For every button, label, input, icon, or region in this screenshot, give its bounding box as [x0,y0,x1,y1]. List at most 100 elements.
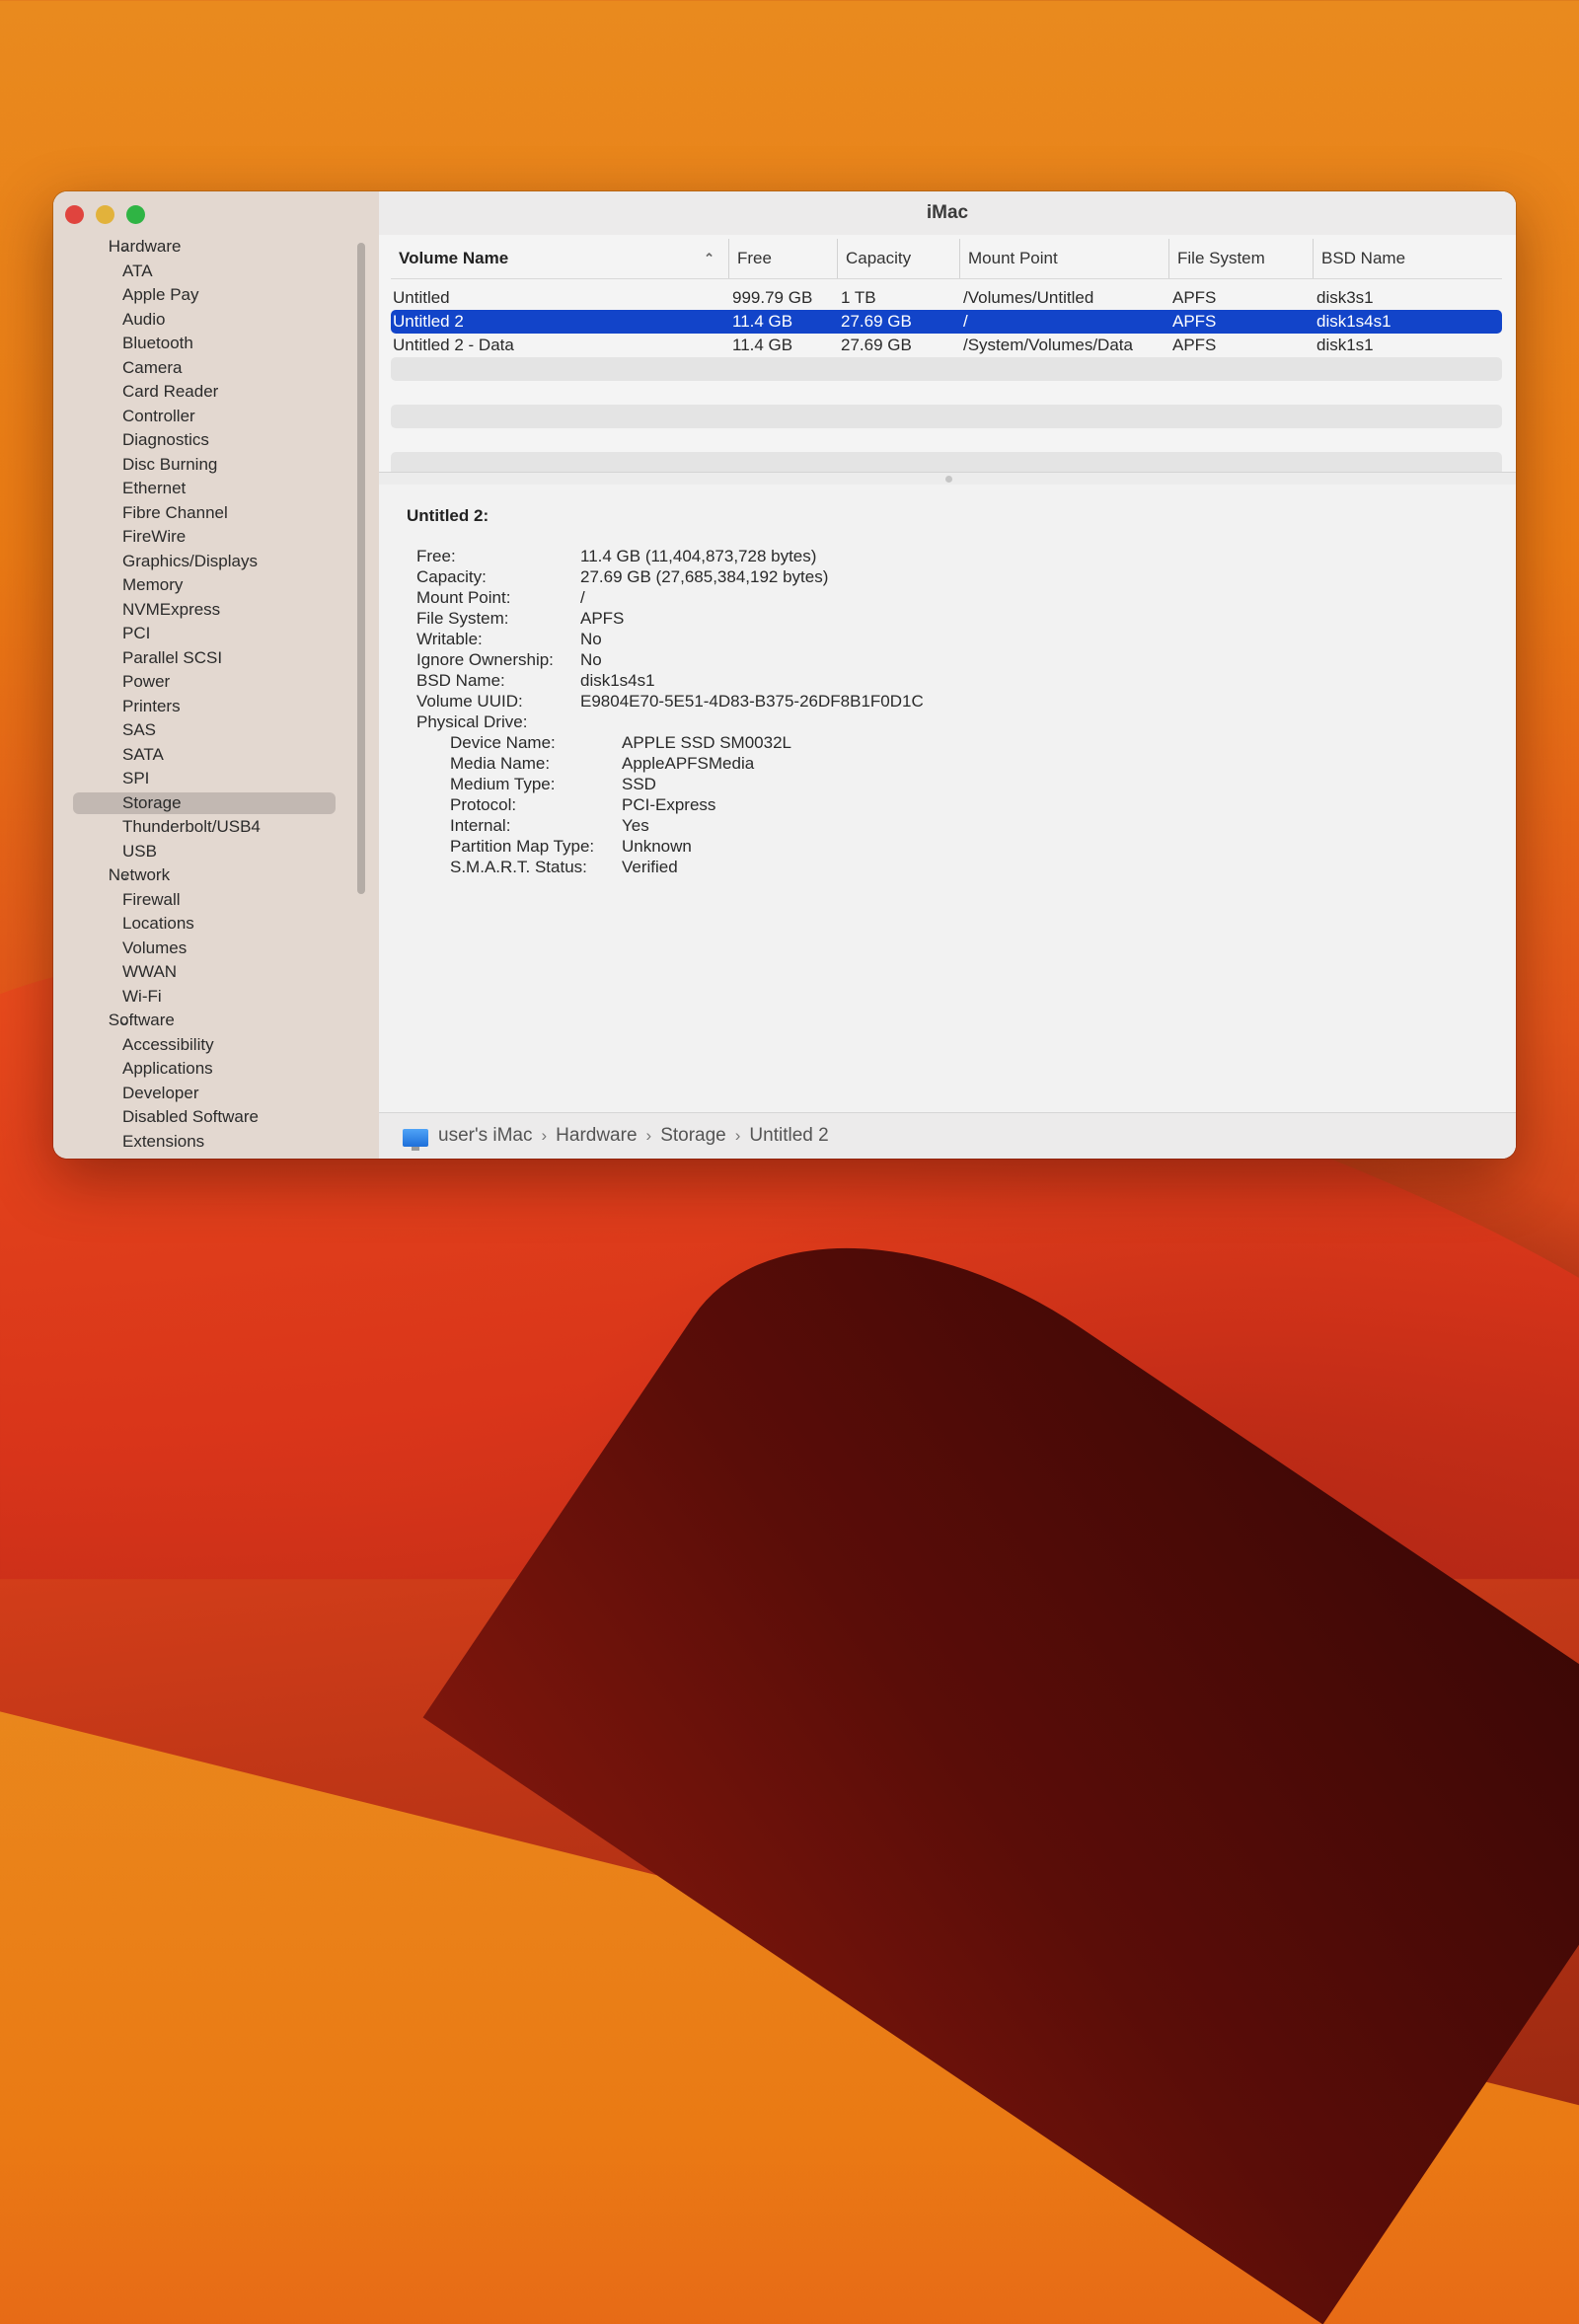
sidebar-item-thunderbolt-usb4[interactable]: Thunderbolt/USB4 [53,815,349,840]
sidebar-item-sas[interactable]: SAS [53,718,349,743]
sidebar-item-developer[interactable]: Developer [53,1082,349,1106]
sidebar-group-software[interactable]: ⌄Software [53,1009,349,1033]
sidebar-item-memory[interactable]: Memory [53,573,349,598]
column-header-volume-name[interactable]: Volume Name ⌃ [391,239,728,278]
cell-volume-name: Untitled 2 [393,312,464,331]
sidebar-item-audio[interactable]: Audio [53,308,349,333]
sidebar-item-camera[interactable]: Camera [53,356,349,381]
sidebar-item-controller[interactable]: Controller [53,405,349,429]
sidebar-item-label: Diagnostics [122,430,209,449]
sidebar-group-hardware[interactable]: ⌄Hardware [53,235,349,260]
sidebar-item-printers[interactable]: Printers [53,695,349,719]
sidebar-item-power[interactable]: Power [53,670,349,695]
detail-key: S.M.A.R.T. Status: [450,858,587,876]
sidebar-item-disabled-software[interactable]: Disabled Software [53,1105,349,1130]
chevron-right-icon: › [541,1126,548,1145]
sidebar-item-diagnostics[interactable]: Diagnostics [53,428,349,453]
sidebar-item-sata[interactable]: SATA [53,743,349,768]
sidebar-item-label: Card Reader [122,382,219,401]
sidebar-item-volumes[interactable]: Volumes [53,937,349,961]
sidebar-item-label: Apple Pay [122,285,199,304]
detail-key: Volume UUID: [416,692,523,711]
sidebar-item-disc-burning[interactable]: Disc Burning [53,453,349,478]
sidebar-item-pci[interactable]: PCI [53,622,349,646]
sidebar-item-locations[interactable]: Locations [53,912,349,937]
window-controls [65,205,145,224]
detail-value: No [580,630,602,648]
breadcrumb-untitled-2[interactable]: Untitled 2 [749,1125,828,1147]
category-tree: ⌄Hardware ATA Apple Pay Audio Bluetooth Camer… [53,235,349,1154]
sidebar-item-label: Graphics/Displays [122,551,258,570]
empty-row [391,357,1502,381]
sidebar-item-usb[interactable]: USB [53,840,349,864]
sidebar-item-label: Power [122,672,171,691]
sidebar-item-card-reader[interactable]: Card Reader [53,380,349,405]
cell-free: 11.4 GB [732,312,793,331]
sidebar-item-spi[interactable]: SPI [53,767,349,791]
sidebar-item-firewall[interactable]: Firewall [53,888,349,913]
table-header: Volume Name ⌃ Free Capacity Mount Point File … [391,239,1502,279]
details-title: Untitled 2: [407,506,489,525]
sidebar-item-apple-pay[interactable]: Apple Pay [53,283,349,308]
column-header-bsd-name[interactable]: BSD Name [1313,239,1461,278]
detail-value: PCI-Express [622,795,716,814]
empty-row [391,405,1502,428]
cell-file-system: APFS [1172,312,1217,331]
column-header-capacity[interactable]: Capacity [837,239,959,278]
column-header-label: File System [1177,249,1265,267]
sidebar-item-parallel-scsi[interactable]: Parallel SCSI [53,646,349,671]
sidebar-item-label: Locations [122,914,194,933]
sidebar-item-label: ATA [122,261,153,280]
detail-value: SSD [622,775,656,793]
divider-handle[interactable] [945,476,952,483]
breadcrumb-user-s-imac[interactable]: user's iMac [438,1125,532,1147]
detail-value: No [580,650,602,669]
sidebar-item-ata[interactable]: ATA [53,260,349,284]
detail-key: Free: [416,547,456,565]
table-row[interactable]: Untitled 999.79 GB 1 TB/Volumes/Untitled AP… [391,286,1502,310]
table-row[interactable]: Untitled 2 - Data 11.4 GB 27.69 GB/System/… [391,334,1502,357]
sidebar-item-label: Extensions [122,1131,205,1151]
table-row[interactable]: Untitled 2 11.4 GB 27.69 GB / APFS disk1s4s1 [391,310,1502,334]
sidebar-item-wwan[interactable]: WWAN [53,960,349,985]
sidebar-item-nvmexpress[interactable]: NVMExpress [53,598,349,623]
sidebar-item-storage[interactable]: Storage [53,791,349,816]
detail-key: File System: [416,609,509,628]
sidebar-item-ethernet[interactable]: Ethernet [53,477,349,501]
sidebar-item-bluetooth[interactable]: Bluetooth [53,332,349,356]
close-button[interactable] [65,205,84,224]
sidebar-item-label: NVMExpress [122,599,221,619]
split-divider[interactable] [379,472,1516,486]
minimize-button[interactable] [96,205,114,224]
sidebar-item-extensions[interactable]: Extensions [53,1130,349,1155]
sidebar-item-label: SAS [122,720,157,739]
sidebar-item-label: PCI [122,624,151,642]
breadcrumb-storage[interactable]: Storage [660,1125,726,1147]
sidebar-item-label: Wi-Fi [122,986,162,1006]
sidebar-group-network[interactable]: ⌄Network [53,863,349,888]
detail-key: Mount Point: [416,588,511,607]
detail-value: E9804E70-5E51-4D83-B375-26DF8B1F0D1C [580,692,924,711]
sidebar-item-accessibility[interactable]: Accessibility [53,1033,349,1058]
sort-ascending-icon[interactable]: ⌃ [704,239,714,278]
zoom-button[interactable] [126,205,145,224]
sidebar-item-fibre-channel[interactable]: Fibre Channel [53,501,349,526]
sidebar-item-label: SATA [122,744,164,764]
imac-icon [403,1129,428,1151]
sidebar-item-graphics-displays[interactable]: Graphics/Displays [53,550,349,574]
sidebar-scrollbar[interactable] [357,243,365,894]
sidebar-item-label: Audio [122,309,166,329]
empty-row [391,428,1502,452]
sidebar-item-label: Volumes [122,937,188,957]
detail-key: Physical Drive: [416,712,528,731]
detail-key: Protocol: [450,795,517,814]
sidebar-item-label: Thunderbolt/USB4 [122,817,261,836]
column-header-mount-point[interactable]: Mount Point [959,239,1168,278]
sidebar-item-wi-fi[interactable]: Wi-Fi [53,985,349,1010]
sidebar-item-applications[interactable]: Applications [53,1057,349,1082]
column-header-free[interactable]: Free [728,239,837,278]
breadcrumb-hardware[interactable]: Hardware [556,1125,637,1147]
column-header-file-system[interactable]: File System [1168,239,1313,278]
detail-value: APFS [580,609,625,628]
sidebar-item-firewire[interactable]: FireWire [53,525,349,550]
